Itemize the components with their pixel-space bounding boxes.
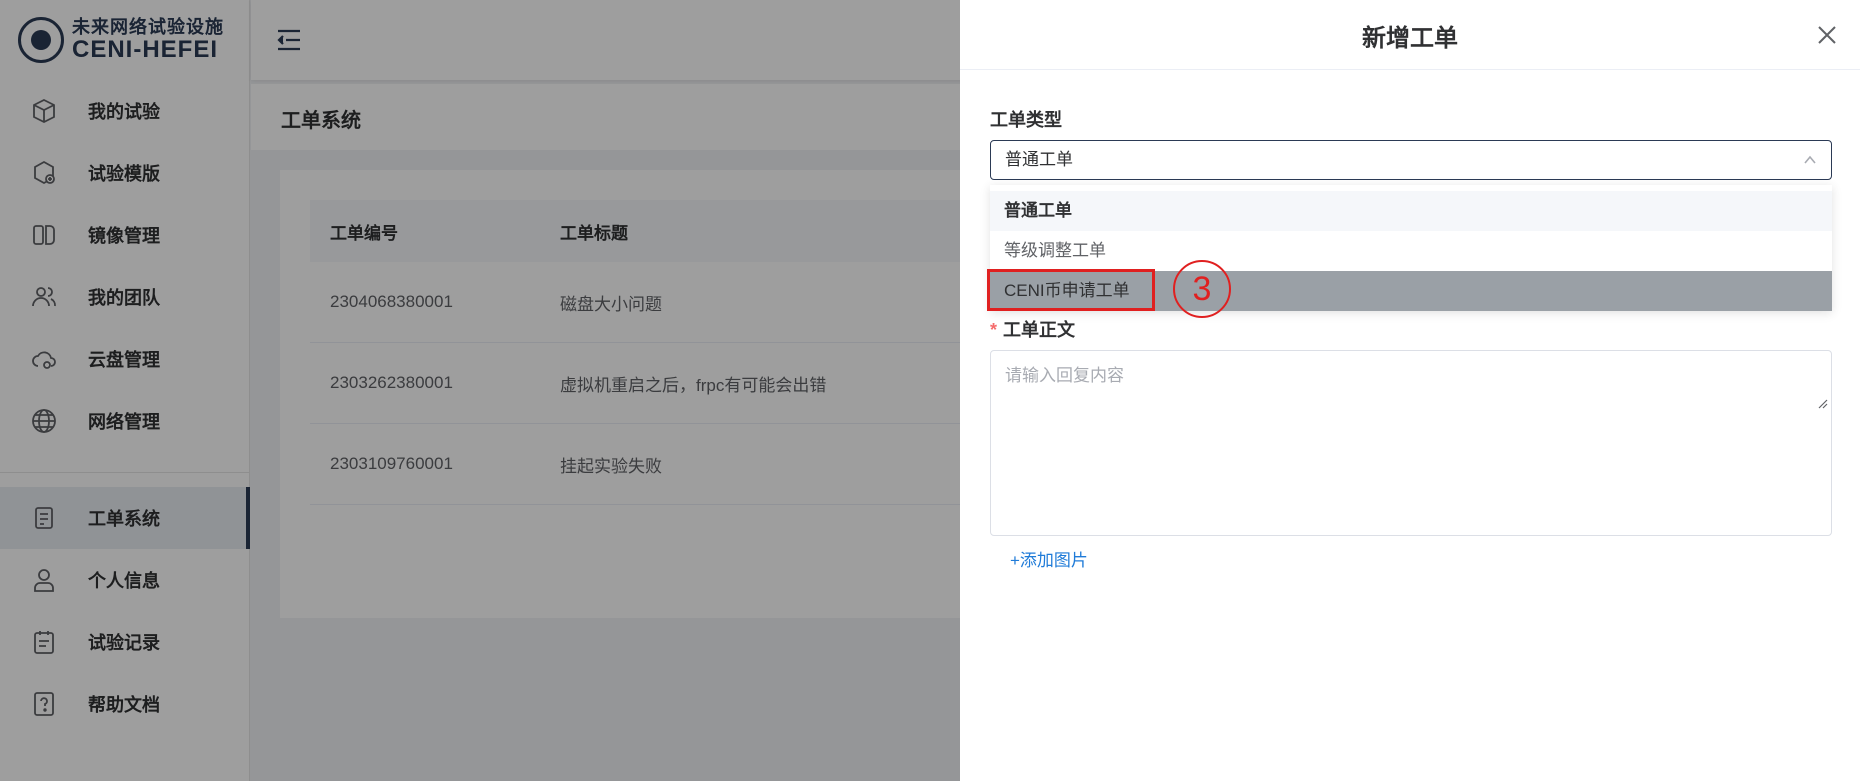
ticket-type-select[interactable]: 普通工单: [990, 140, 1832, 180]
annotation-step-badge: 3: [1173, 260, 1231, 318]
add-image-link[interactable]: +添加图片: [1010, 546, 1088, 571]
drawer-title: 新增工单: [1362, 25, 1458, 52]
required-asterisk: *: [990, 320, 998, 340]
ticket-body-textarea[interactable]: 请输入回复内容: [990, 350, 1832, 536]
new-ticket-drawer: 新增工单 工单类型 普通工单 普通工单 等级调整工单 CENI币申请工单 * 工单…: [960, 0, 1860, 781]
ticket-body-label: * 工单正文: [990, 320, 1076, 340]
dropdown-option-normal[interactable]: 普通工单: [990, 191, 1832, 231]
drawer-header: 新增工单: [960, 0, 1860, 70]
ticket-type-label: 工单类型: [990, 110, 1062, 130]
close-icon[interactable]: [1816, 24, 1838, 46]
dropdown-option-level-adjust[interactable]: 等级调整工单: [990, 231, 1832, 271]
textarea-placeholder: 请输入回复内容: [1005, 366, 1124, 385]
ticket-type-value: 普通工单: [1005, 150, 1073, 169]
chevron-up-icon: [1804, 155, 1816, 164]
annotation-highlight-box: [987, 269, 1155, 311]
resize-handle-icon[interactable]: [1818, 399, 1828, 409]
